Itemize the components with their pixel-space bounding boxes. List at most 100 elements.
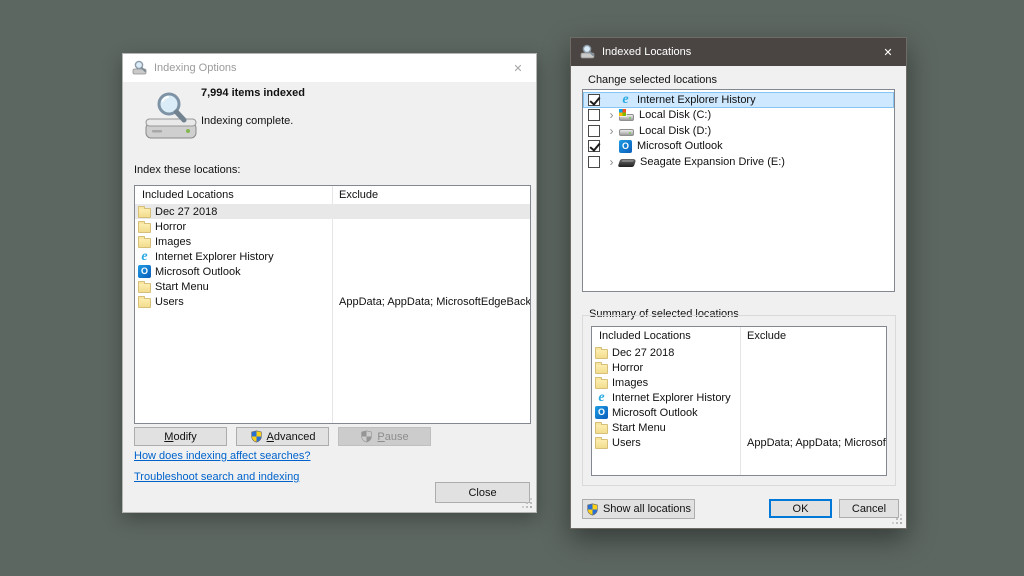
ok-button-label: OK [793, 503, 809, 515]
tree-item[interactable]: › Seagate Expansion Drive (E:) [583, 154, 894, 170]
table-row[interactable]: Dec 27 2018 [592, 345, 886, 360]
location-label: Dec 27 2018 [612, 347, 674, 359]
location-checkbox[interactable] [588, 125, 600, 137]
cancel-button-label: Cancel [852, 503, 886, 515]
modify-button-label: Modify [164, 431, 196, 443]
list-header: Included Locations Exclude [592, 327, 886, 345]
tree-item[interactable]: › Local Disk (C:) [583, 108, 894, 124]
items-indexed-text: 7,994 items indexed [201, 87, 305, 99]
summary-groupbox: Included Locations Exclude Dec 27 2018 Ho… [582, 315, 896, 486]
tree-item[interactable]: › Local Disk (D:) [583, 123, 894, 139]
pause-button-label: Pause [377, 431, 408, 443]
column-header-included[interactable]: Included Locations [592, 330, 740, 342]
table-row[interactable]: Users AppData; AppData; MicrosoftEdgeBack… [135, 294, 530, 309]
show-all-locations-button[interactable]: Show all locations [582, 499, 695, 519]
location-label: Internet Explorer History [612, 392, 731, 404]
external-drive-icon [618, 159, 637, 167]
locations-tree[interactable]: Internet Explorer History › Local Disk (C:… [582, 89, 895, 292]
windows-disk-icon [619, 114, 634, 121]
advanced-button-label: Advanced [267, 431, 316, 443]
tree-item[interactable]: Internet Explorer History [583, 92, 894, 108]
location-label: Users [155, 296, 184, 308]
location-label: Microsoft Outlook [612, 407, 698, 419]
uac-shield-icon [360, 430, 373, 443]
table-row[interactable]: Microsoft Outlook [135, 264, 530, 279]
internet-explorer-icon [595, 391, 608, 404]
expand-chevron-icon[interactable]: › [604, 126, 619, 136]
column-header-exclude[interactable]: Exclude [332, 189, 530, 201]
indexed-locations-titlebar: Indexed Locations ✕ [571, 38, 906, 66]
column-header-included[interactable]: Included Locations [135, 189, 332, 201]
outlook-icon [619, 140, 632, 153]
outlook-icon [138, 265, 151, 278]
close-icon[interactable]: ✕ [870, 38, 906, 66]
modify-button[interactable]: Modify [134, 427, 227, 446]
exclude-value: AppData; AppData; Microsoft... [740, 437, 886, 449]
pause-button: Pause [338, 427, 431, 446]
location-label: Start Menu [155, 281, 209, 293]
table-row[interactable]: Internet Explorer History [135, 249, 530, 264]
advanced-button[interactable]: Advanced [236, 427, 329, 446]
location-label: Horror [155, 221, 186, 233]
table-row[interactable]: Start Menu [592, 420, 886, 435]
indexing-options-icon [132, 60, 148, 76]
folder-icon [138, 238, 151, 248]
uac-shield-icon [250, 430, 263, 443]
show-all-locations-label: Show all locations [603, 503, 691, 515]
close-button[interactable]: Close [435, 482, 530, 503]
resize-grip[interactable] [523, 499, 533, 509]
ok-button[interactable]: OK [769, 499, 832, 518]
location-label: Internet Explorer History [155, 251, 274, 263]
close-icon[interactable]: ✕ [500, 54, 536, 82]
folder-icon [138, 208, 151, 218]
table-row[interactable]: Horror [592, 360, 886, 375]
folder-icon [138, 298, 151, 308]
troubleshoot-link[interactable]: Troubleshoot search and indexing [134, 471, 299, 483]
table-row[interactable]: Users AppData; AppData; Microsoft... [592, 435, 886, 450]
indexed-locations-dialog: Indexed Locations ✕ Change selected loca… [570, 37, 907, 529]
tree-item-label: Microsoft Outlook [637, 140, 723, 152]
outlook-icon [595, 406, 608, 419]
folder-icon [595, 424, 608, 434]
table-row[interactable]: Images [592, 375, 886, 390]
indexed-locations-icon [580, 44, 596, 60]
dialog-title: Indexing Options [154, 62, 500, 74]
location-label: Horror [612, 362, 643, 374]
included-locations-list[interactable]: Included Locations Exclude Dec 27 2018 Ho… [134, 185, 531, 424]
folder-icon [595, 439, 608, 449]
location-label: Start Menu [612, 422, 666, 434]
location-label: Users [612, 437, 641, 449]
change-locations-label: Change selected locations [588, 74, 717, 86]
tree-item-label: Seagate Expansion Drive (E:) [640, 156, 785, 168]
expand-chevron-icon[interactable]: › [604, 157, 619, 167]
folder-icon [138, 223, 151, 233]
location-checkbox[interactable] [588, 94, 600, 106]
indexing-searches-link[interactable]: How does indexing affect searches? [134, 450, 311, 462]
location-checkbox[interactable] [588, 156, 600, 168]
tree-item-label: Local Disk (C:) [639, 109, 711, 121]
table-row[interactable]: Images [135, 234, 530, 249]
summary-list[interactable]: Included Locations Exclude Dec 27 2018 Ho… [591, 326, 887, 476]
dialog-title: Indexed Locations [602, 46, 870, 58]
location-checkbox[interactable] [588, 140, 600, 152]
internet-explorer-icon [138, 250, 151, 263]
index-locations-label: Index these locations: [134, 164, 240, 176]
location-label: Images [155, 236, 191, 248]
tree-item-label: Local Disk (D:) [639, 125, 711, 137]
table-row[interactable]: Microsoft Outlook [592, 405, 886, 420]
table-row[interactable]: Start Menu [135, 279, 530, 294]
column-header-exclude[interactable]: Exclude [740, 330, 886, 342]
exclude-value: AppData; AppData; MicrosoftEdgeBackups [332, 296, 530, 308]
cancel-button[interactable]: Cancel [839, 499, 899, 518]
location-label: Microsoft Outlook [155, 266, 241, 278]
table-row[interactable]: Horror [135, 219, 530, 234]
uac-shield-icon [586, 503, 599, 516]
location-checkbox[interactable] [588, 109, 600, 121]
desktop-wallpaper: Indexing Options ✕ 7,994 items indexed I… [0, 0, 1024, 576]
table-row[interactable]: Internet Explorer History [592, 390, 886, 405]
tree-item[interactable]: Microsoft Outlook [583, 139, 894, 155]
resize-grip[interactable] [893, 515, 903, 525]
folder-icon [595, 379, 608, 389]
table-row[interactable]: Dec 27 2018 [135, 204, 530, 219]
expand-chevron-icon[interactable]: › [604, 110, 619, 120]
